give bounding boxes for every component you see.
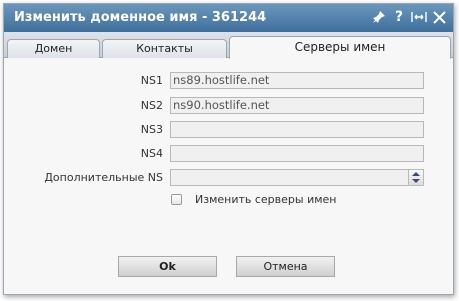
- pin-icon[interactable]: [371, 8, 387, 26]
- ns4-input[interactable]: [170, 145, 424, 162]
- resize-icon[interactable]: [411, 8, 427, 26]
- tab-domain[interactable]: Домен: [7, 39, 100, 58]
- ns1-label: NS1: [140, 74, 163, 87]
- tab-nameservers[interactable]: Серверы имен: [229, 36, 451, 59]
- ns2-input[interactable]: ns90.hostlife.net: [170, 97, 424, 114]
- ns2-label: NS2: [140, 99, 163, 112]
- dialog-titlebar[interactable]: Изменить доменное имя - 361244 ?: [4, 4, 453, 32]
- dialog-title: Изменить доменное имя - 361244: [14, 10, 267, 25]
- close-icon[interactable]: [431, 8, 447, 26]
- extra-ns-select[interactable]: [170, 169, 424, 186]
- help-icon[interactable]: ?: [391, 8, 407, 26]
- ok-button[interactable]: Ok: [118, 256, 217, 277]
- cancel-button[interactable]: Отмена: [236, 256, 335, 277]
- tab-bar: Домен Контакты Серверы имен: [4, 32, 453, 59]
- change-ns-checkbox[interactable]: [171, 194, 182, 205]
- ns1-input[interactable]: ns89.hostlife.net: [170, 72, 424, 89]
- ns4-label: NS4: [140, 147, 163, 160]
- extra-ns-label: Дополнительные NS: [44, 171, 163, 184]
- change-ns-label: Изменить серверы имен: [195, 193, 337, 206]
- ns3-input[interactable]: [170, 121, 424, 138]
- tab-contacts[interactable]: Контакты: [102, 39, 227, 58]
- select-arrows-icon[interactable]: [408, 170, 423, 185]
- ns3-label: NS3: [140, 123, 163, 136]
- dialog-window: Изменить доменное имя - 361244 ? Домен К…: [3, 3, 454, 295]
